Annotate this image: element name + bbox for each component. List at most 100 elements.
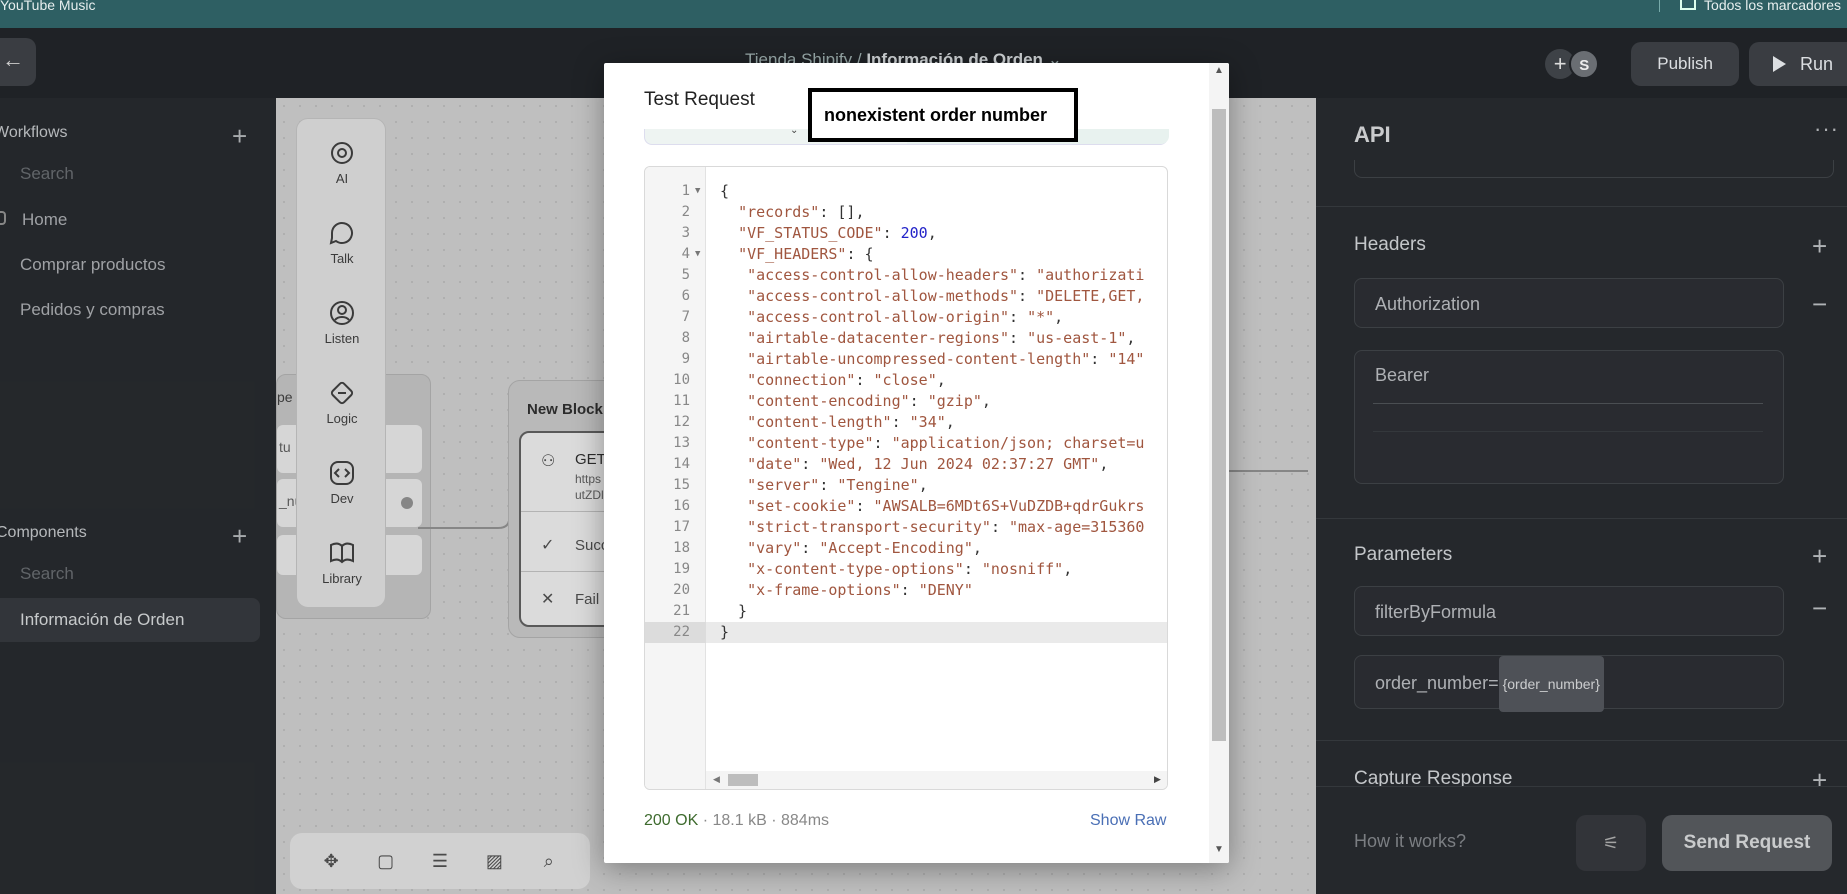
code-line[interactable]: 15 "server": "Tengine", (645, 475, 1167, 496)
play-icon (1773, 56, 1786, 72)
annotation-callout: nonexistent order number (808, 88, 1078, 142)
code-text: "VF_HEADERS": { (738, 245, 874, 263)
line-number: 14 (673, 456, 690, 472)
code-text: "airtable-datacenter-regions": "us-east-… (747, 329, 1136, 347)
show-raw-link[interactable]: Show Raw (1090, 812, 1166, 830)
code-text: "VF_STATUS_CODE": 200, (738, 224, 937, 242)
avatar[interactable]: S (1569, 49, 1600, 79)
status-code: 200 OK (644, 812, 699, 829)
line-number: 18 (673, 540, 690, 556)
code-line[interactable]: 7 "access-control-allow-origin": "*", (645, 307, 1167, 328)
header-actions: + S Publish Run (1545, 42, 1847, 86)
modal-title: Test Request (644, 89, 755, 110)
code-text: "access-control-allow-methods": "DELETE,… (747, 287, 1145, 305)
scroll-thumb-vertical[interactable] (1212, 109, 1226, 741)
code-line[interactable]: 1 ▼ { (645, 181, 1167, 202)
test-request-modal: Test Request ⌄ nonexistent order number … (604, 63, 1229, 863)
line-number: 15 (673, 477, 690, 493)
code-line[interactable]: 17 "strict-transport-security": "max-age… (645, 517, 1167, 538)
code-text: "access-control-allow-headers": "authori… (747, 266, 1145, 284)
response-status: 200 OK · 18.1 kB · 884ms (644, 812, 829, 830)
fold-arrow-icon[interactable]: ▼ (695, 244, 700, 265)
code-line[interactable]: 13 "content-type": "application/json; ch… (645, 433, 1167, 454)
line-number: 22 (645, 622, 706, 643)
code-text: "airtable-uncompressed-content-length": … (747, 350, 1145, 368)
line-number: 7 (681, 309, 690, 325)
code-text: "records": [], (738, 203, 865, 221)
code-text: "content-length": "34", (747, 413, 955, 431)
line-number: 4 (681, 246, 690, 262)
line-number: 5 (681, 267, 690, 283)
code-text: "server": "Tengine", (747, 476, 928, 494)
code-text: "vary": "Accept-Encoding", (747, 539, 982, 557)
all-bookmarks-label: Todos los marcadores (1704, 0, 1841, 13)
code-text: "x-content-type-options": "nosniff", (747, 560, 1073, 578)
code-line[interactable]: 20 "x-frame-options": "DENY" (645, 580, 1167, 601)
line-number: 13 (673, 435, 690, 451)
fold-arrow-icon[interactable]: ▼ (695, 181, 700, 202)
code-line[interactable]: 12 "content-length": "34", (645, 412, 1167, 433)
bookmarks-separator (1659, 0, 1661, 12)
line-number: 16 (673, 498, 690, 514)
line-number: 17 (673, 519, 690, 535)
run-label: Run (1800, 54, 1834, 74)
code-line[interactable]: 21 } (645, 601, 1167, 622)
code-line[interactable]: 8 "airtable-datacenter-regions": "us-eas… (645, 328, 1167, 349)
scroll-left-icon[interactable]: ◀ (713, 774, 720, 785)
scroll-up-icon[interactable]: ▲ (1214, 65, 1224, 76)
line-number: 3 (681, 225, 690, 241)
line-number: 10 (673, 372, 690, 388)
line-number: 2 (681, 204, 690, 220)
run-button[interactable]: Run (1749, 42, 1847, 86)
code-line[interactable]: 18 "vary": "Accept-Encoding", (645, 538, 1167, 559)
all-bookmarks[interactable]: Todos los marcadores (1659, 0, 1841, 12)
line-number: 19 (673, 561, 690, 577)
line-number: 6 (681, 288, 690, 304)
code-text: "set-cookie": "AWSALB=6MDt6S+VuDZDB+qdrG… (747, 497, 1145, 515)
scroll-right-icon[interactable]: ▶ (1154, 774, 1161, 785)
code-line[interactable]: 22} (645, 622, 1167, 643)
line-number: 9 (681, 351, 690, 367)
code-line[interactable]: 9 "airtable-uncompressed-content-length"… (645, 349, 1167, 370)
horizontal-scrollbar[interactable]: ◀ ▶ (706, 771, 1167, 789)
code-line[interactable]: 3 "VF_STATUS_CODE": 200, (645, 223, 1167, 244)
line-number: 11 (673, 393, 690, 409)
code-line[interactable]: 10 "connection": "close", (645, 370, 1167, 391)
code-text: } (720, 602, 748, 620)
line-number: 12 (673, 414, 690, 430)
code-text: "content-encoding": "gzip", (747, 392, 991, 410)
response-code-editor[interactable]: 1 ▼{2 "records": [], 3 "VF_STATUS_CODE": 2… (644, 166, 1168, 790)
code-text: "access-control-allow-origin": "*", (747, 308, 1064, 326)
code-line[interactable]: 19 "x-content-type-options": "nosniff", (645, 559, 1167, 580)
line-number: 1 (681, 183, 690, 199)
code-text: "content-type": "application/json; chars… (747, 434, 1145, 452)
vertical-scrollbar[interactable]: ▲ ▼ (1209, 63, 1229, 863)
line-number: 20 (673, 582, 690, 598)
code-line[interactable]: 16 "set-cookie": "AWSALB=6MDt6S+VuDZDB+q… (645, 496, 1167, 517)
status-separator-2: · (771, 812, 777, 829)
code-line[interactable]: 5 "access-control-allow-headers": "autho… (645, 265, 1167, 286)
code-text: "strict-transport-security": "max-age=31… (747, 518, 1145, 536)
scroll-down-icon[interactable]: ▼ (1214, 844, 1224, 855)
bookmark-youtube-music[interactable]: YouTube Music (0, 0, 95, 12)
code-content[interactable]: 1 ▼{2 "records": [], 3 "VF_STATUS_CODE": 2… (645, 181, 1167, 643)
code-text: } (720, 623, 730, 641)
code-line[interactable]: 11 "content-encoding": "gzip", (645, 391, 1167, 412)
chevron-down-icon[interactable]: ⌄ (790, 125, 798, 136)
publish-button[interactable]: Publish (1631, 42, 1739, 86)
folder-icon (1680, 0, 1697, 10)
code-text: { (720, 182, 730, 200)
status-separator: · (702, 812, 709, 829)
back-button[interactable]: ← (0, 38, 36, 86)
code-line[interactable]: 6 "access-control-allow-methods": "DELET… (645, 286, 1167, 307)
code-text: "date": "Wed, 12 Jun 2024 02:37:27 GMT", (747, 455, 1109, 473)
code-line[interactable]: 4 ▼ "VF_HEADERS": { (645, 244, 1167, 265)
line-number: 21 (673, 603, 690, 619)
code-line[interactable]: 14 "date": "Wed, 12 Jun 2024 02:37:27 GM… (645, 454, 1167, 475)
code-line[interactable]: 2 "records": [], (645, 202, 1167, 223)
response-time: 884ms (781, 812, 830, 829)
scroll-thumb[interactable] (728, 774, 758, 786)
code-text: "connection": "close", (747, 371, 946, 389)
line-number: 8 (681, 330, 690, 346)
browser-bookmarks-bar: YouTube Music Todos los marcadores (0, 0, 1847, 28)
